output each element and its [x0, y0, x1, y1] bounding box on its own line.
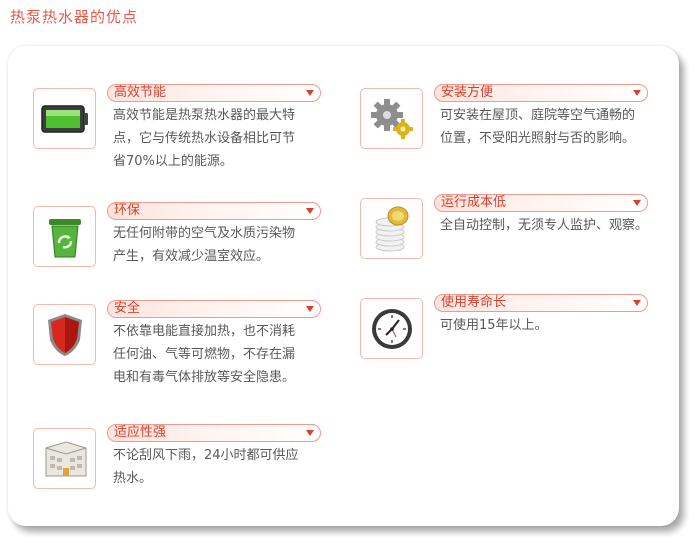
desc-line: 任何油、气等可燃物，不存在漏	[113, 347, 296, 362]
label-long-lifespan[interactable]: 使用寿命长	[434, 294, 648, 312]
dropdown-arrow-icon	[633, 200, 641, 206]
desc-line: 可安装在屋顶、庭院等空气通畅的	[440, 108, 636, 123]
label-easy-install[interactable]: 安装方便	[434, 84, 648, 102]
advantages-panel: 高效节能 高效节能是热泵热水器的最大特 点，它与传统热水设备相比可节 省70%以…	[8, 46, 679, 526]
shield-icon	[33, 304, 96, 365]
label-energy-saving[interactable]: 高效节能	[107, 84, 321, 102]
feature-description: 可使用15年以上。	[440, 314, 548, 337]
feature-description: 不论刮风下雨，24小时都可供应 热水。	[113, 444, 299, 490]
label-low-cost[interactable]: 运行成本低	[434, 194, 648, 212]
label-text: 运行成本低	[441, 195, 507, 210]
recycle-bin-icon	[33, 206, 96, 267]
feature-description: 无任何附带的空气及水质污染物 产生，有效减少温室效应。	[113, 222, 295, 268]
label-text: 使用寿命长	[441, 295, 507, 310]
dropdown-arrow-icon	[633, 90, 641, 96]
desc-line: 产生，有效减少温室效应。	[113, 249, 270, 264]
label-safety[interactable]: 安全	[107, 300, 321, 318]
feature-description: 高效节能是热泵热水器的最大特 点，它与传统热水设备相比可节 省70%以上的能源。	[113, 104, 295, 173]
label-text: 高效节能	[114, 85, 167, 100]
feature-description: 不依靠电能直接加热，也不消耗 任何油、气等可燃物，不存在漏 电和有毒气体排放等安…	[113, 320, 295, 389]
desc-line: 可使用15年以上。	[440, 318, 548, 333]
desc-line: 全自动控制，无须专人监护、观察。	[440, 218, 649, 233]
desc-line: 无任何附带的空气及水质污染物	[113, 226, 296, 241]
desc-line: 位置，不受阳光照射与否的影响。	[440, 131, 636, 146]
desc-line: 高效节能是热泵热水器的最大特	[113, 108, 296, 123]
dropdown-arrow-icon	[306, 306, 314, 312]
feature-description: 全自动控制，无须专人监护、观察。	[440, 214, 648, 237]
page-title: 热泵热水器的优点	[10, 8, 139, 26]
label-text: 环保	[114, 203, 141, 218]
gears-icon	[360, 88, 423, 149]
label-text: 安装方便	[441, 85, 494, 100]
dropdown-arrow-icon	[633, 300, 641, 306]
battery-icon	[33, 88, 96, 149]
desc-line: 不依靠电能直接加热，也不消耗	[113, 324, 296, 339]
dropdown-arrow-icon	[306, 430, 314, 436]
label-adaptability[interactable]: 适应性强	[107, 424, 321, 442]
label-text: 安全	[114, 301, 141, 316]
building-icon	[33, 428, 96, 489]
desc-line: 省70%以上的能源。	[113, 154, 233, 169]
clock-icon	[360, 298, 423, 359]
coins-icon	[360, 198, 423, 259]
dropdown-arrow-icon	[306, 208, 314, 214]
label-eco-friendly[interactable]: 环保	[107, 202, 321, 220]
desc-line: 电和有毒气体排放等安全隐患。	[113, 370, 296, 385]
desc-line: 热水。	[113, 471, 153, 486]
dropdown-arrow-icon	[306, 90, 314, 96]
feature-description: 可安装在屋顶、庭院等空气通畅的 位置，不受阳光照射与否的影响。	[440, 104, 635, 150]
desc-line: 点，它与传统热水设备相比可节	[113, 131, 296, 146]
label-text: 适应性强	[114, 425, 167, 440]
desc-line: 不论刮风下雨，24小时都可供应	[113, 448, 299, 463]
